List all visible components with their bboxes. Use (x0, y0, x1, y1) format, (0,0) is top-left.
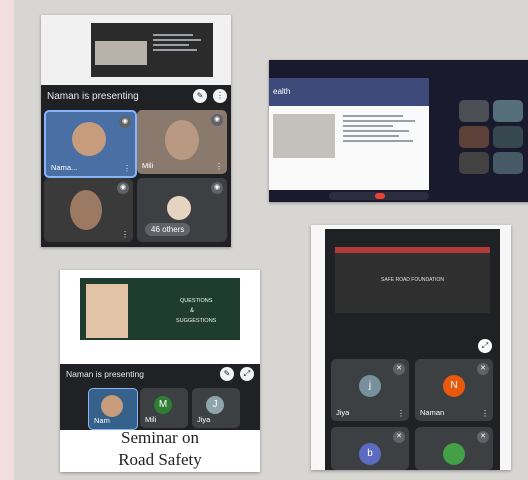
participant-avatar: N (443, 375, 465, 397)
mic-off-icon: ✕ (393, 431, 405, 443)
slide-area: SAFE ROAD FOUNDATION (335, 247, 490, 313)
slide-text-lines (153, 31, 205, 54)
call-controls (329, 192, 429, 200)
participant-tile[interactable]: ◉ Mili ⋮ (137, 110, 227, 174)
fullscreen-icon[interactable]: ⤢ (240, 367, 254, 381)
participant-name: Nama... (51, 163, 78, 172)
presenting-label: Naman is presenting (47, 90, 139, 102)
more-options-icon[interactable]: ⋮ (215, 162, 223, 171)
participant-tile[interactable]: Nam (88, 388, 138, 430)
participant-name: Nam (94, 416, 110, 425)
end-call-icon[interactable] (375, 193, 385, 199)
participant-tile[interactable]: b ✕ (331, 427, 409, 470)
mic-icon: ◉ (211, 114, 223, 126)
presenting-bar: Naman is presenting ✎ ⋮ (41, 85, 231, 107)
person-photo (101, 395, 123, 417)
side-tiles (459, 100, 523, 180)
slide-photo (95, 41, 147, 65)
slide-photo (273, 114, 335, 158)
others-avatar (167, 196, 191, 220)
pin-icon[interactable]: ✎ (193, 89, 207, 103)
more-options-icon[interactable]: ⋮ (397, 409, 405, 418)
slide-title: SAFE ROAD FOUNDATION (381, 277, 444, 283)
others-tile[interactable]: ◉ 46 others (137, 178, 227, 242)
meet-screenshot-phone-3: SAFE ROAD FOUNDATION ⤢ j ✕ Jiya ⋮ N ✕ Na… (311, 225, 511, 470)
meet-screenshot-laptop: ealth (269, 60, 528, 202)
meet-screenshot-phone-2: QUESTIONS & SUGGESTIONS Naman is present… (60, 270, 260, 472)
participant-tile[interactable]: N ✕ Naman ⋮ (415, 359, 493, 421)
slide-text-and: & (190, 308, 195, 314)
slide-heading: ealth (273, 87, 291, 96)
participant-tile[interactable]: ✕ (415, 427, 493, 470)
slide-thumbnail (91, 23, 213, 77)
slide-top-band (335, 247, 490, 253)
participant-name: Naman (420, 408, 445, 417)
slide-area: QUESTIONS & SUGGESTIONS (80, 278, 240, 340)
mic-off-icon: ✕ (477, 363, 489, 375)
participant-tile[interactable] (459, 100, 489, 122)
collage-board: Naman is presenting ✎ ⋮ ◉ Nama... ⋮ ◉ Mi… (14, 0, 528, 480)
presentation-preview (41, 15, 231, 85)
participant-name: Mili (142, 161, 154, 170)
fullscreen-icon[interactable]: ⤢ (478, 339, 492, 353)
person-photo (72, 122, 106, 156)
more-options-icon[interactable]: ⋮ (123, 164, 131, 173)
meet-screenshot-phone-1: Naman is presenting ✎ ⋮ ◉ Nama... ⋮ ◉ Mi… (41, 15, 231, 247)
participant-tile[interactable]: ◉ ⋮ (44, 178, 133, 242)
slide-text-suggestions: SUGGESTIONS (176, 318, 217, 324)
participant-name: Mili (145, 415, 157, 424)
participant-photo (443, 443, 465, 465)
participant-tile[interactable] (459, 126, 489, 148)
more-options-icon[interactable]: ⋮ (481, 409, 489, 418)
tile-row: Nam M Mili J Jiya (60, 384, 260, 430)
caption-line-2: Road Safety (118, 450, 202, 469)
more-icon[interactable]: ⋮ (213, 89, 227, 103)
participant-tile[interactable] (493, 152, 523, 174)
pin-icon[interactable]: ✎ (220, 367, 234, 381)
tile-grid: ◉ Nama... ⋮ ◉ Mili ⋮ ◉ ⋮ ◉ 46 others (41, 107, 231, 247)
more-options-icon[interactable]: ⋮ (121, 230, 129, 239)
slide-text-questions: QUESTIONS (180, 298, 213, 304)
presenting-bar: Naman is presenting ✎ ⤢ (60, 364, 260, 384)
participant-tile[interactable]: J Jiya (192, 388, 240, 428)
participant-name: Jiya (197, 415, 211, 424)
participant-tile[interactable] (493, 100, 523, 122)
child-photo (86, 284, 128, 338)
presenting-label: Naman is presenting (66, 369, 144, 379)
dark-screen: SAFE ROAD FOUNDATION ⤢ j ✕ Jiya ⋮ N ✕ Na… (325, 229, 500, 470)
participant-avatar: j (359, 375, 381, 397)
caption-line-1: Seminar on (121, 428, 199, 447)
mic-off-icon: ✕ (477, 431, 489, 443)
others-count-chip[interactable]: 46 others (145, 223, 191, 236)
person-photo (70, 190, 102, 230)
participant-avatar: M (154, 396, 172, 414)
mic-icon: ◉ (211, 182, 223, 194)
slide-text-lines (343, 112, 423, 145)
participant-tile[interactable]: j ✕ Jiya ⋮ (331, 359, 409, 421)
participant-tile[interactable]: ◉ Nama... ⋮ (44, 110, 137, 178)
slide-area: ealth (269, 78, 429, 190)
participant-name: Jiya (336, 408, 350, 417)
person-photo (165, 120, 199, 160)
mic-off-icon: ✕ (393, 363, 405, 375)
mic-icon: ◉ (119, 116, 131, 128)
slide-banner: ealth (269, 78, 429, 106)
participant-tile[interactable]: M Mili (140, 388, 188, 428)
participant-tile[interactable] (493, 126, 523, 148)
participant-tile[interactable] (459, 152, 489, 174)
mic-icon: ◉ (117, 182, 129, 194)
participant-avatar: b (359, 443, 381, 465)
participant-avatar: J (206, 396, 224, 414)
